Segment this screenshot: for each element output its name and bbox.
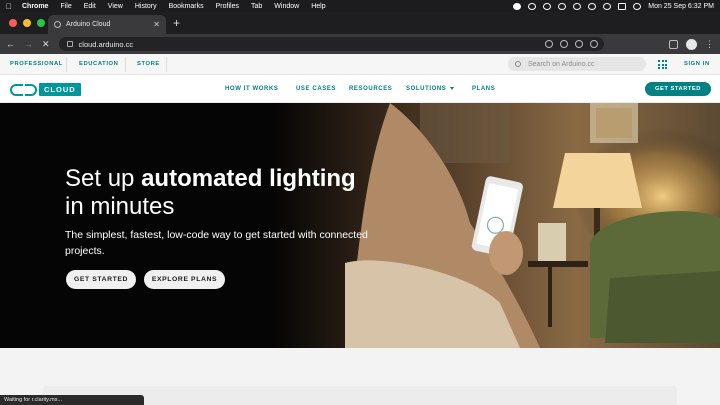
os-menubar:  Chrome File Edit View History Bookmark… (0, 0, 720, 12)
hero-section: Set up automated lighting in minutes The… (0, 103, 720, 348)
side-panel-icon[interactable] (669, 39, 678, 49)
toolbar-right: ⋮ (669, 38, 714, 50)
screen:  Chrome File Edit View History Bookmark… (0, 0, 720, 405)
hero-background-image (0, 103, 720, 348)
address-bar[interactable]: cloud.arduino.cc (58, 37, 604, 51)
menu-extra-icon[interactable] (573, 2, 582, 10)
back-arrow-icon[interactable]: ← (6, 39, 15, 49)
zoom-window-icon[interactable] (37, 19, 45, 27)
explore-plans-button[interactable]: EXPLORE PLANS (144, 270, 225, 289)
top-link-professional[interactable]: PROFESSIONAL (10, 61, 63, 67)
play-icon[interactable] (543, 2, 552, 10)
sign-in-link[interactable]: SIGN IN (684, 61, 710, 67)
search-placeholder: Search on Arduino.cc (528, 60, 595, 68)
menu-history[interactable]: History (135, 3, 157, 10)
top-link-store[interactable]: STORE (137, 61, 160, 67)
browser-status-bar: Waiting for r.clarity.ms... (0, 395, 144, 405)
apple-icon[interactable]:  (6, 2, 12, 11)
logo-label: CLOUD (39, 83, 81, 96)
more-menu-icon[interactable]: ⋮ (705, 39, 714, 50)
upload-icon[interactable] (558, 2, 567, 10)
browser-tab[interactable]: Arduino Cloud ✕ (48, 15, 166, 34)
arduino-infinity-icon (10, 83, 37, 96)
close-window-icon[interactable] (9, 19, 17, 27)
spotlight-search-icon[interactable] (603, 2, 612, 10)
google-icon[interactable] (544, 40, 553, 48)
chevron-down-icon (450, 86, 455, 90)
search-input[interactable]: Search on Arduino.cc (508, 57, 646, 71)
hero-title-part1: Set up (65, 165, 142, 192)
top-divider (166, 57, 167, 72)
get-started-button[interactable]: GET STARTED (66, 270, 136, 289)
search-icon (515, 61, 521, 67)
nav-resources[interactable]: RESOURCES (349, 86, 392, 92)
menu-bookmarks[interactable]: Bookmarks (169, 3, 204, 10)
menu-tab[interactable]: Tab (251, 3, 262, 10)
hero-subtitle: The simplest, fastest, low-code way to g… (65, 229, 368, 257)
apps-grid-icon[interactable] (658, 60, 667, 69)
top-divider (66, 57, 67, 72)
menu-window[interactable]: Window (274, 3, 299, 10)
tab-close-icon[interactable]: ✕ (153, 20, 160, 29)
arduino-cloud-logo[interactable]: CLOUD (10, 83, 81, 96)
nav-solutions[interactable]: SOLUTIONS (406, 86, 455, 92)
menu-file[interactable]: File (60, 3, 71, 10)
nav-how-it-works[interactable]: HOW IT WORKS (225, 86, 279, 92)
siri-icon[interactable] (633, 2, 642, 10)
browser-tab-strip: Arduino Cloud ✕ + (0, 12, 720, 34)
nav-plans[interactable]: PLANS (472, 86, 495, 92)
menu-profiles[interactable]: Profiles (216, 3, 239, 10)
forward-arrow-icon[interactable]: → (24, 39, 33, 49)
lock-icon[interactable] (66, 41, 73, 47)
site-top-bar: PROFESSIONAL EDUCATION STORE Search on A… (0, 54, 720, 75)
omnibox-actions (544, 40, 598, 48)
hero-title-bold: automated lighting (141, 165, 356, 192)
nav-solutions-label: SOLUTIONS (406, 86, 447, 92)
menubar-status-area: Mon 25 Sep 6:32 PM (513, 2, 714, 10)
control-center-icon[interactable] (618, 2, 627, 10)
app-menu[interactable]: Chrome (22, 3, 48, 10)
top-divider (125, 57, 126, 72)
bookmark-star-icon[interactable] (589, 40, 598, 48)
browser-toolbar: ← → ✕ cloud.arduino.cc ⋮ (0, 34, 720, 54)
stop-loading-icon[interactable]: ✕ (42, 39, 50, 50)
hero-title-part2: in minutes (65, 193, 175, 220)
window-controls (9, 19, 45, 27)
wifi-icon[interactable] (588, 2, 597, 10)
nav-use-cases[interactable]: USE CASES (296, 86, 336, 92)
minimize-window-icon[interactable] (23, 19, 31, 27)
menu-help[interactable]: Help (311, 3, 325, 10)
tab-favicon-icon (54, 21, 61, 28)
menu-view[interactable]: View (108, 3, 123, 10)
top-link-education[interactable]: EDUCATION (79, 61, 118, 67)
main-navigation: CLOUD HOW IT WORKS USE CASES RESOURCES S… (0, 75, 720, 103)
profile-avatar[interactable] (686, 38, 697, 50)
get-started-nav-button[interactable]: GET STARTED (645, 82, 711, 96)
url-text[interactable]: cloud.arduino.cc (79, 40, 134, 49)
stop-icon[interactable] (528, 2, 537, 10)
tab-title: Arduino Cloud (66, 21, 111, 28)
install-icon[interactable] (559, 40, 568, 48)
record-icon[interactable] (513, 2, 522, 10)
share-icon[interactable] (574, 40, 583, 48)
new-tab-icon[interactable]: + (173, 17, 180, 29)
hero-title: Set up automated lighting in minutes (65, 165, 405, 221)
menubar-clock[interactable]: Mon 25 Sep 6:32 PM (648, 3, 714, 10)
menu-edit[interactable]: Edit (84, 3, 96, 10)
